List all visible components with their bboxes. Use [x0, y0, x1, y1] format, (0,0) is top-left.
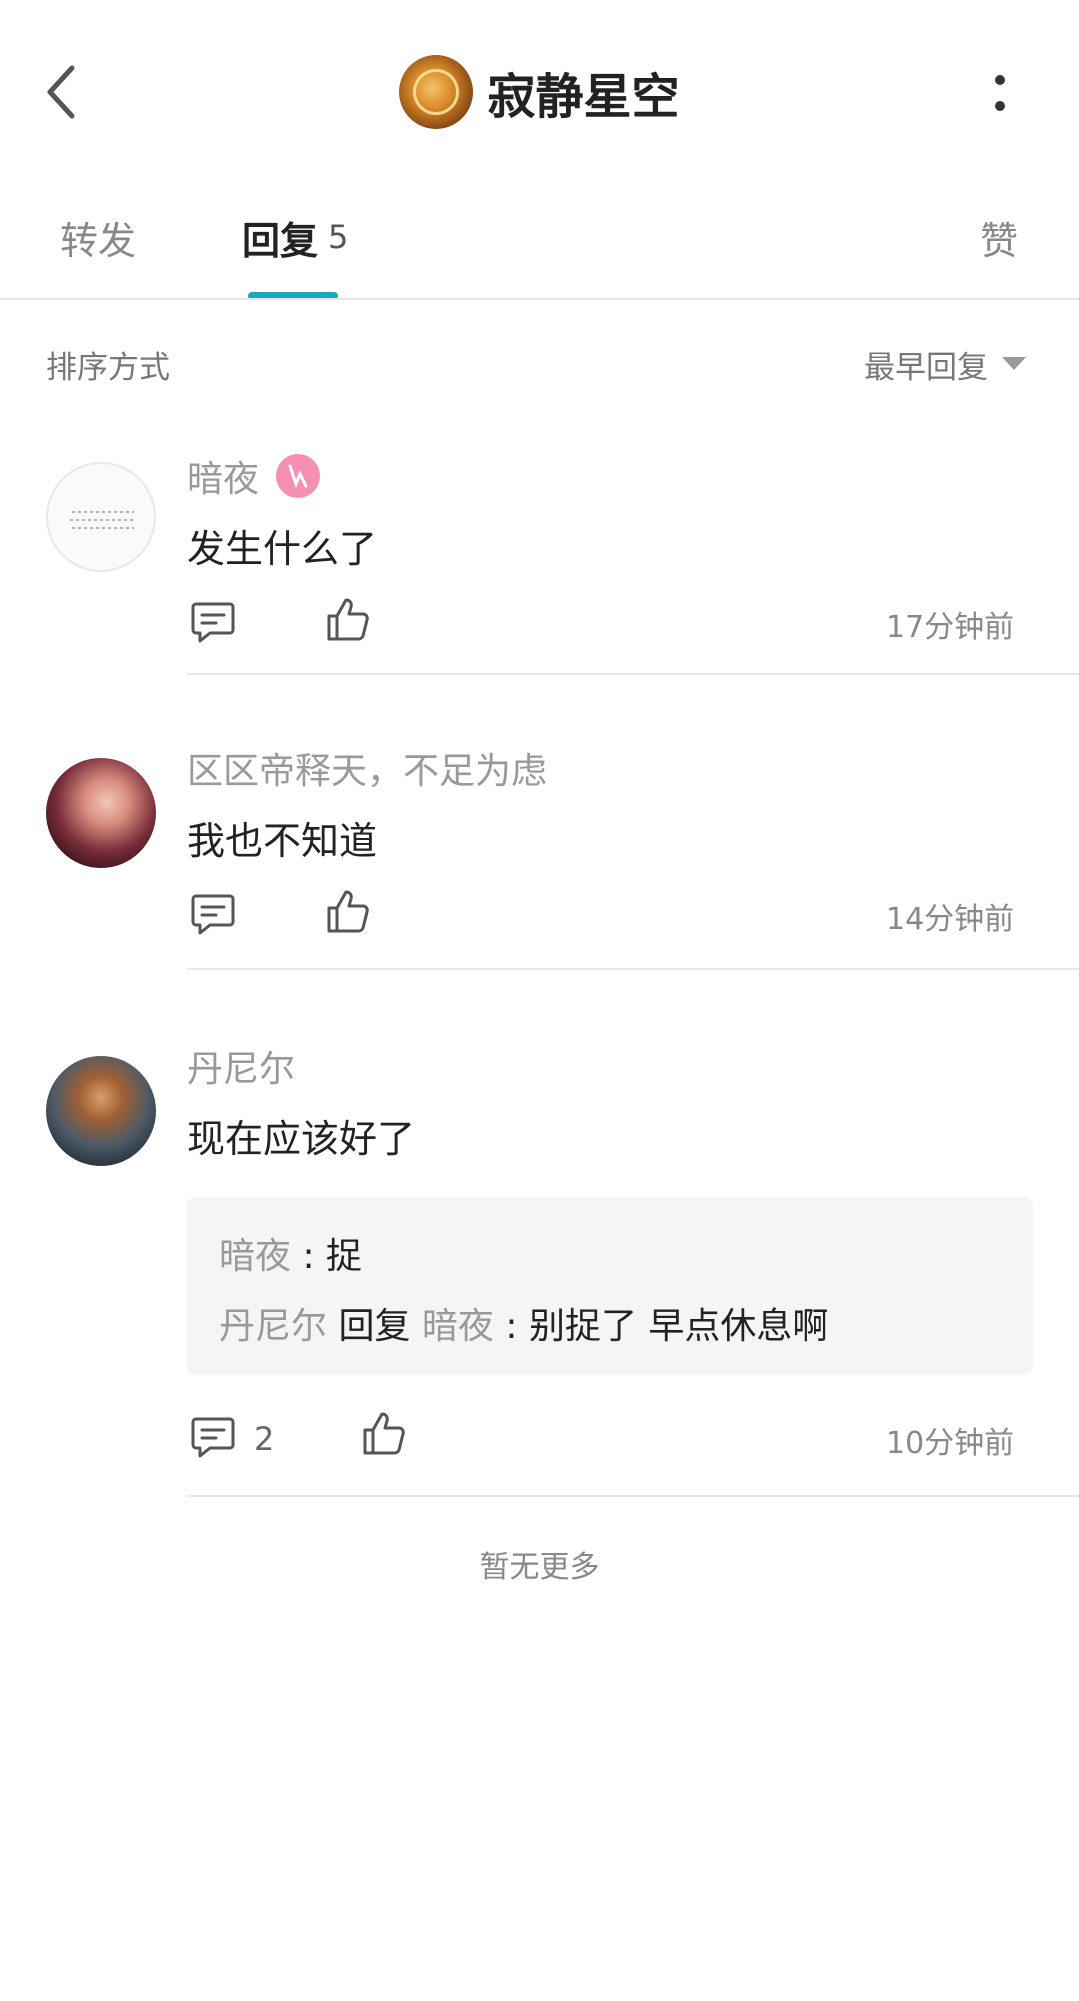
comment-icon[interactable]	[190, 1415, 236, 1459]
comment-icon[interactable]	[190, 892, 236, 936]
avatar[interactable]	[399, 55, 474, 129]
sub-reply-separator: :	[291, 1236, 327, 1277]
avatar[interactable]	[46, 758, 156, 868]
sub-reply-text: 别捉了 早点休息啊	[528, 1306, 829, 1347]
comment-author[interactable]: 区区帝释天，不足为虑	[187, 742, 547, 794]
thumbs-up-icon[interactable]	[362, 1410, 406, 1456]
sub-reply-reply-word: 回复	[327, 1306, 422, 1347]
comment-divider	[187, 1495, 1079, 1497]
comment-text: 发生什么了	[187, 527, 378, 571]
sub-reply: 丹尼尔 回复 暗夜 : 别捉了 早点休息啊	[219, 1297, 828, 1349]
comment-icon[interactable]	[190, 600, 236, 644]
comment-divider	[187, 673, 1079, 675]
sub-reply-separator: :	[493, 1306, 529, 1347]
sub-reply-target[interactable]: 暗夜	[422, 1306, 494, 1347]
sub-replies-box[interactable]: 暗夜 : 捉 丹尼尔 回复 暗夜 : 别捉了 早点休息啊	[187, 1197, 1033, 1375]
thumbs-up-icon[interactable]	[326, 596, 370, 642]
comment-text: 现在应该好了	[187, 1117, 416, 1161]
comment-time: 10分钟前	[886, 1426, 1015, 1461]
sub-reply-author[interactable]: 暗夜	[219, 1236, 291, 1277]
comment-author[interactable]: 丹尼尔	[187, 1040, 295, 1092]
page-title: 寂静星空	[487, 69, 680, 125]
user-badge-icon	[276, 454, 320, 498]
tab-reply[interactable]: 回复	[242, 210, 318, 265]
comment-text: 我也不知道	[187, 819, 378, 863]
caret-down-icon[interactable]	[1002, 357, 1026, 370]
reply-count: 2	[254, 1420, 275, 1458]
tab-forward[interactable]: 转发	[60, 210, 136, 265]
tab-like[interactable]: 赞	[980, 210, 1018, 265]
thumbs-up-icon[interactable]	[326, 888, 370, 934]
vertical-dots-icon[interactable]	[990, 72, 1010, 114]
avatar[interactable]	[46, 462, 156, 572]
comment-time: 14分钟前	[886, 902, 1015, 937]
comment-author[interactable]: 暗夜	[187, 450, 259, 502]
sub-reply-text: 捉	[326, 1236, 363, 1277]
tabs-divider	[0, 298, 1079, 300]
page-header: 寂静星空	[0, 52, 1079, 132]
handwriting-avatar-icon	[70, 511, 136, 529]
comment-time: 17分钟前	[886, 610, 1015, 645]
sort-dropdown[interactable]: 最早回复	[864, 342, 988, 387]
comment-divider	[187, 968, 1079, 970]
tab-reply-count: 5	[328, 218, 349, 256]
sort-label: 排序方式	[46, 350, 170, 386]
no-more-text: 暂无更多	[479, 1550, 600, 1585]
sub-reply-author[interactable]: 丹尼尔	[219, 1306, 327, 1347]
avatar[interactable]	[46, 1056, 156, 1166]
sub-reply: 暗夜 : 捉	[219, 1227, 362, 1279]
